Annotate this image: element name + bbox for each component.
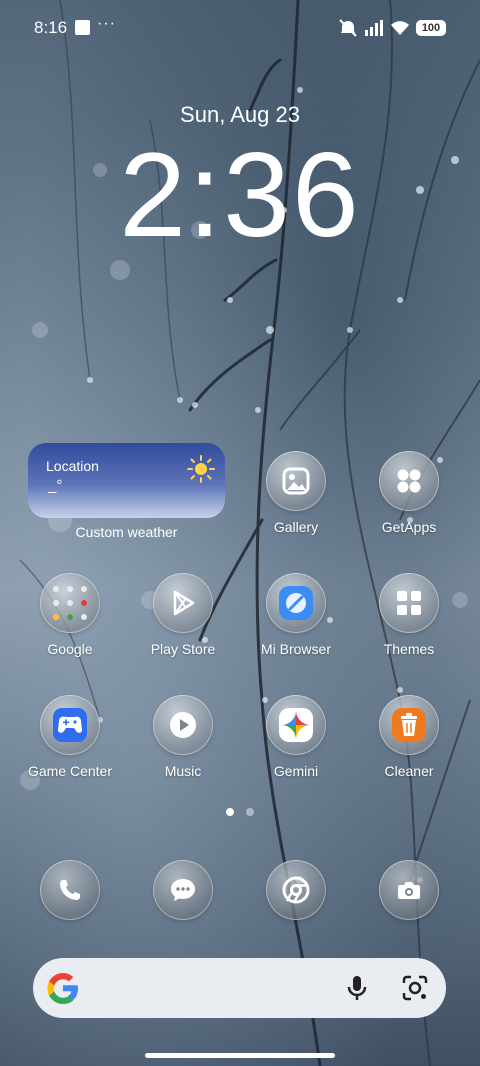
cleaner-icon [379,695,439,755]
weather-temperature: _° [48,477,63,494]
gemini-icon [266,695,326,755]
google-g-icon[interactable] [45,970,81,1006]
app-label: Cleaner [384,763,434,779]
app-label: Music [164,763,202,779]
app-gemini[interactable]: Gemini [241,695,351,807]
game-center-icon [40,695,100,755]
folder-google[interactable]: Google [15,573,125,685]
getapps-icon [379,451,439,511]
app-label: Gallery [273,519,319,535]
themes-icon [379,573,439,633]
app-themes[interactable]: Themes [354,573,464,685]
status-time: 8:16 [34,18,68,37]
lock-clock[interactable]: 2:36 [0,130,480,260]
status-bar: 8:16 ··· 100 [0,0,480,56]
app-music[interactable]: Music [128,695,238,807]
music-icon [153,695,213,755]
phone-icon [40,860,100,920]
google-folder-icon [40,573,100,633]
camera-icon [379,860,439,920]
messages-icon [153,860,213,920]
app-label: Gemini [273,763,319,779]
notification-square-icon [75,20,90,35]
app-gallery[interactable]: Gallery [241,451,351,563]
page-dot[interactable] [246,808,254,816]
app-label: Mi Browser [260,641,331,657]
mi-browser-icon [266,573,326,633]
google-search-bar[interactable] [33,958,446,1018]
microphone-icon[interactable] [341,972,373,1004]
lock-date[interactable]: Sun, Aug 23 [0,102,480,128]
app-label: Themes [383,641,435,657]
app-play-store[interactable]: Play Store [128,573,238,685]
play-store-icon [153,573,213,633]
mute-icon [339,19,357,37]
app-cleaner[interactable]: Cleaner [354,695,464,807]
app-label: Google [47,641,93,657]
google-lens-icon[interactable] [399,972,431,1004]
app-label: Play Store [150,641,216,657]
app-label: Game Center [27,763,113,779]
battery-indicator: 100 [416,20,446,36]
chrome-icon [266,860,326,920]
gesture-nav-bar[interactable] [145,1053,335,1058]
page-indicator[interactable] [0,808,480,816]
weather-widget-label: Custom weather [75,524,178,540]
dock-camera[interactable] [354,860,464,922]
app-mi-browser[interactable]: Mi Browser [241,573,351,685]
page-dot-active[interactable] [226,808,234,816]
app-getapps[interactable]: GetApps [354,451,464,563]
weather-location: Location [46,458,99,474]
weather-widget[interactable]: Location _° [28,443,225,518]
app-label: GetApps [381,519,437,535]
sun-icon [187,455,215,483]
signal-icon [365,20,383,36]
gallery-icon [266,451,326,511]
dock-phone[interactable] [15,860,125,922]
dock-messages[interactable] [128,860,238,922]
wifi-icon [391,21,409,35]
app-game-center[interactable]: Game Center [15,695,125,807]
dock-chrome[interactable] [241,860,351,922]
more-notifications-icon: ··· [97,15,116,32]
